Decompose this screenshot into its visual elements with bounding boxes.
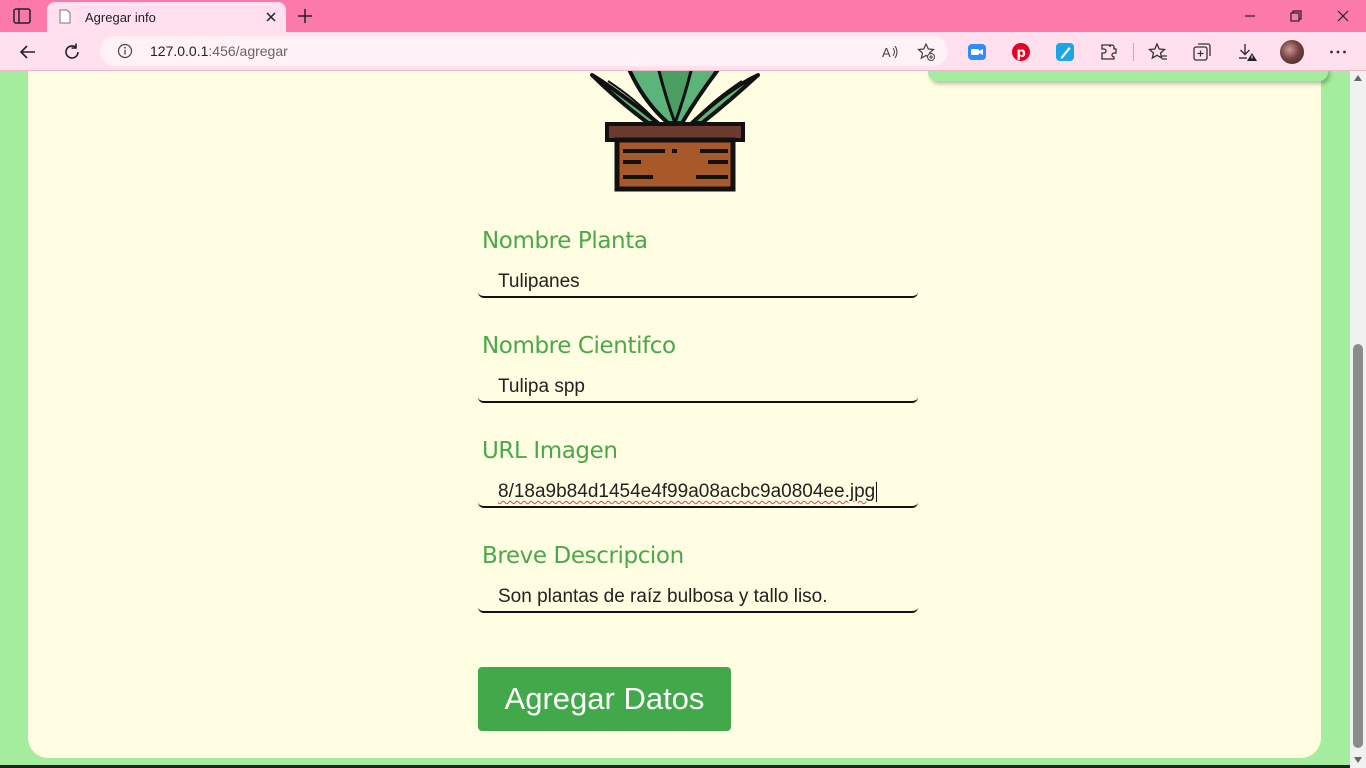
new-tab-icon[interactable] xyxy=(295,6,315,26)
scroll-up-arrow-icon[interactable] xyxy=(1354,75,1362,81)
favorites-icon[interactable] xyxy=(1147,41,1169,63)
label-nombre-planta: Nombre Planta xyxy=(482,228,648,254)
nombre-planta-input[interactable]: Tulipanes xyxy=(478,268,918,298)
potted-plant-icon xyxy=(590,71,760,192)
browser-tab[interactable]: Agregar info xyxy=(47,2,286,32)
svg-text:p: p xyxy=(1017,46,1026,61)
label-nombre-cientifico: Nombre Cientifco xyxy=(482,333,676,359)
add-favorite-icon[interactable] xyxy=(916,42,936,62)
svg-text:A: A xyxy=(882,45,891,60)
scroll-down-arrow-icon[interactable] xyxy=(1354,757,1362,763)
browser-toolbar: 127.0.0.1:456/agregar A p xyxy=(0,32,1366,71)
zoom-extension-icon[interactable] xyxy=(966,41,988,63)
page-icon xyxy=(59,9,71,24)
extensions-icon[interactable] xyxy=(1098,41,1120,63)
url-text[interactable]: 127.0.0.1:456/agregar xyxy=(150,43,288,59)
toolbar-divider xyxy=(1133,43,1134,61)
minimize-icon[interactable] xyxy=(1240,6,1260,26)
close-tab-icon[interactable] xyxy=(263,9,279,25)
nombre-cientifico-input[interactable]: Tulipa spp xyxy=(478,373,918,403)
page-viewport: Nombre Planta Tulipanes Nombre Cientifco… xyxy=(0,71,1350,768)
agregar-datos-button[interactable]: Agregar Datos xyxy=(478,667,731,731)
label-breve-descripcion: Breve Descripcion xyxy=(482,543,684,569)
scrollbar-thumb[interactable] xyxy=(1353,344,1363,748)
page-scrollbar[interactable] xyxy=(1350,71,1366,768)
address-bar[interactable]: 127.0.0.1:456/agregar A xyxy=(100,36,948,66)
breve-descripcion-input[interactable]: Son plantas de raíz bulbosa y tallo liso… xyxy=(478,583,918,613)
back-icon[interactable] xyxy=(17,41,39,63)
tab-actions-icon[interactable] xyxy=(12,7,32,25)
refresh-icon[interactable] xyxy=(61,41,83,63)
downloads-icon[interactable] xyxy=(1236,41,1258,63)
collections-icon[interactable] xyxy=(1191,41,1213,63)
text-caret xyxy=(876,481,878,502)
label-url-imagen: URL Imagen xyxy=(482,438,618,464)
note-extension-icon[interactable] xyxy=(1054,41,1076,63)
site-info-icon[interactable] xyxy=(117,43,133,59)
profile-avatar[interactable] xyxy=(1280,40,1304,64)
browser-tab-bar: Agregar info xyxy=(0,0,1366,32)
tab-title: Agregar info xyxy=(85,10,156,25)
decorative-green-bar xyxy=(928,71,1328,81)
more-options-icon[interactable] xyxy=(1327,41,1349,63)
read-aloud-icon[interactable]: A xyxy=(880,42,900,62)
url-imagen-input[interactable]: 8/18a9b84d1454e4f99a08acbc9a0804ee.jpg xyxy=(478,478,918,508)
close-window-icon[interactable] xyxy=(1333,6,1353,26)
pinterest-icon[interactable]: p xyxy=(1010,41,1032,63)
restore-icon[interactable] xyxy=(1286,6,1306,26)
